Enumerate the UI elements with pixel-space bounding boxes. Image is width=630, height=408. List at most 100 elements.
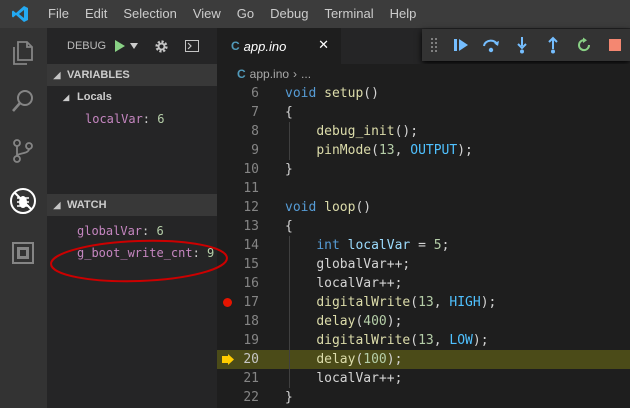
menu-selection[interactable]: Selection [115,0,184,28]
code-line[interactable]: 11 [217,179,630,198]
code-text: delay(100); [316,352,403,367]
line-number: 16 [243,276,259,291]
variables-title: VARIABLES [67,69,130,81]
breadcrumb: C app.ino › ... [217,64,630,84]
line-number: 12 [243,200,259,215]
menu-debug[interactable]: Debug [262,0,316,28]
activity-bar [0,28,47,408]
menu-bar: File Edit Selection View Go Debug Terminal Help [0,0,630,28]
source-control-icon[interactable] [8,136,38,166]
debug-toolbar-header: DEBUG [47,28,217,64]
code-line[interactable]: 10} [217,160,630,179]
explorer-icon[interactable] [8,38,38,68]
debug-icon[interactable] [8,186,38,216]
locals-label: Locals [77,91,112,103]
watch-section-header[interactable]: ◢ WATCH [47,194,217,216]
code-line[interactable]: 13 { [217,217,630,236]
code-text: debug_init(); [316,124,419,139]
code-text: localVar++; [316,371,403,386]
code-text: void loop() [285,200,372,215]
step-out-icon[interactable] [538,29,569,61]
line-number: 18 [243,314,259,329]
search-icon[interactable] [8,86,38,116]
code-text: } [285,162,293,177]
code-line[interactable]: 16 localVar++; [217,274,630,293]
line-number: 10 [243,162,259,177]
code-line[interactable]: 9 pinMode(13, OUTPUT); [217,141,630,160]
menu-file[interactable]: File [40,0,77,28]
chevron-down-icon: ◢ [63,92,70,102]
variable-row[interactable]: localVar: 6 [47,108,217,130]
line-number: 13 [243,219,259,234]
menu-help[interactable]: Help [382,0,425,28]
code-text: digitalWrite(13, LOW); [316,333,489,348]
code-line[interactable]: 22} [217,388,630,407]
indent-guide [289,122,290,160]
indent-guide [289,236,290,388]
breadcrumb-file[interactable]: app.ino [250,67,289,81]
variable-value: 6 [157,112,165,126]
line-number: 21 [243,371,259,386]
gear-icon[interactable] [154,39,169,54]
c-file-icon: C [237,67,246,81]
code-line[interactable]: 8 debug_init(); [217,122,630,141]
menu-terminal[interactable]: Terminal [316,0,381,28]
watch-value: 6 [156,224,164,238]
restart-icon[interactable] [568,29,599,61]
code-text: globalVar++; [316,257,411,272]
line-number: 7 [251,105,259,120]
debug-title: DEBUG [67,40,107,52]
code-text: localVar++; [316,276,403,291]
line-number: 19 [243,333,259,348]
code-line[interactable]: 20 delay(100); [217,350,630,369]
watch-title: WATCH [67,199,107,211]
extensions-icon[interactable] [8,238,38,268]
code-line[interactable]: 15 globalVar++; [217,255,630,274]
code-line[interactable]: 6 void setup() [217,84,630,103]
code-text: void setup() [285,86,379,101]
line-number: 22 [243,390,259,405]
line-number: 6 [251,86,259,101]
line-number: 8 [251,124,259,139]
vscode-logo-icon [0,0,40,28]
code-line[interactable]: 7{ [217,103,630,122]
code-line[interactable]: 14 int localVar = 5; [217,236,630,255]
drag-handle-icon[interactable] [422,29,445,61]
config-dropdown-icon[interactable] [128,43,140,49]
code-text: pinMode(13, OUTPUT); [316,143,473,158]
code-text: { [285,219,293,234]
step-into-icon[interactable] [507,29,538,61]
breadcrumb-more[interactable]: ... [301,67,311,81]
stop-icon[interactable] [599,29,630,61]
code-line[interactable]: 21 localVar++; [217,369,630,388]
continue-icon[interactable] [445,29,476,61]
variables-section-header[interactable]: ◢ VARIABLES [47,64,217,86]
line-number: 15 [243,257,259,272]
close-icon[interactable]: ✕ [318,38,329,53]
code-line[interactable]: 12 void loop() [217,198,630,217]
code-text: delay(400); [316,314,403,329]
code-text: { [285,105,293,120]
code-text: int localVar = 5; [316,238,450,253]
code-line[interactable]: 18 delay(400); [217,312,630,331]
debug-console-icon[interactable] [185,40,200,52]
annotation-ellipse [50,239,228,283]
locals-scope[interactable]: ◢ Locals [47,86,217,108]
chevron-right-icon: › [293,67,298,81]
chevron-down-icon: ◢ [53,69,61,80]
code-line[interactable]: 17 digitalWrite(13, HIGH); [217,293,630,312]
line-number: 9 [251,143,259,158]
tab-app-ino[interactable]: C app.ino ✕ [217,28,341,64]
code-editor[interactable]: 6 void setup() 7{8 debug_init(); 9 pinMode(… [217,84,630,408]
line-number: 20 [243,352,259,367]
step-over-icon[interactable] [476,29,507,61]
code-text: } [285,390,293,405]
menu-edit[interactable]: Edit [77,0,115,28]
start-debugging-button[interactable] [112,38,128,54]
variable-name: localVar [85,112,143,126]
code-line[interactable]: 19 digitalWrite(13, LOW); [217,331,630,350]
menu-go[interactable]: Go [229,0,262,28]
menu-view[interactable]: View [185,0,229,28]
debug-sidebar: DEBUG ◢ VARIABLES ◢ Locals localVar: 6 ◢… [47,28,217,408]
tab-label: app.ino [243,38,287,54]
